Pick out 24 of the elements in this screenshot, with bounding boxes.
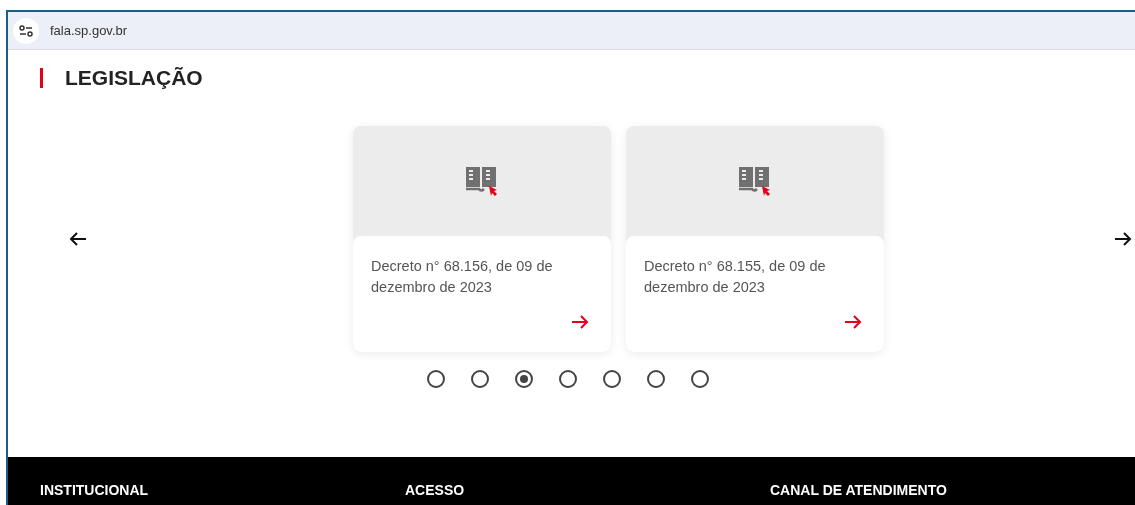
carousel-dot[interactable] bbox=[602, 370, 621, 388]
url-text[interactable]: fala.sp.gov.br bbox=[50, 23, 128, 38]
carousel-dot[interactable] bbox=[514, 370, 533, 388]
carousel-dot[interactable] bbox=[558, 370, 577, 388]
right-arrow-icon bbox=[844, 313, 862, 330]
carousel-dot[interactable] bbox=[646, 370, 665, 388]
carousel-dot[interactable] bbox=[470, 370, 489, 388]
card-title: Decreto n° 68.155, de 09 de dezembro de 2023 bbox=[644, 257, 827, 297]
carousel-dot[interactable] bbox=[426, 370, 445, 388]
card-title: Decreto n° 68.156, de 09 de dezembro de 2023 bbox=[371, 257, 554, 297]
title-accent-bar bbox=[40, 68, 43, 88]
site-settings-icon[interactable] bbox=[13, 17, 39, 44]
left-arrow-icon bbox=[69, 231, 87, 247]
carousel-dot[interactable] bbox=[690, 370, 709, 388]
section-title: LEGISLAÇÃO bbox=[65, 66, 203, 90]
right-arrow-icon bbox=[1114, 231, 1132, 247]
book-cursor-icon bbox=[465, 166, 499, 196]
right-arrow-icon bbox=[571, 313, 589, 330]
law-card[interactable]: Decreto n° 68.156, de 09 de dezembro de 2023 bbox=[353, 126, 611, 352]
footer-heading: INSTITUCIONAL bbox=[40, 482, 150, 500]
book-cursor-icon bbox=[738, 166, 772, 196]
law-card[interactable]: Decreto n° 68.155, de 09 de dezembro de 2023 bbox=[626, 126, 884, 352]
footer-heading: CANAL DE ATENDIMENTO bbox=[770, 482, 948, 500]
footer-heading: ACESSO bbox=[405, 482, 466, 500]
